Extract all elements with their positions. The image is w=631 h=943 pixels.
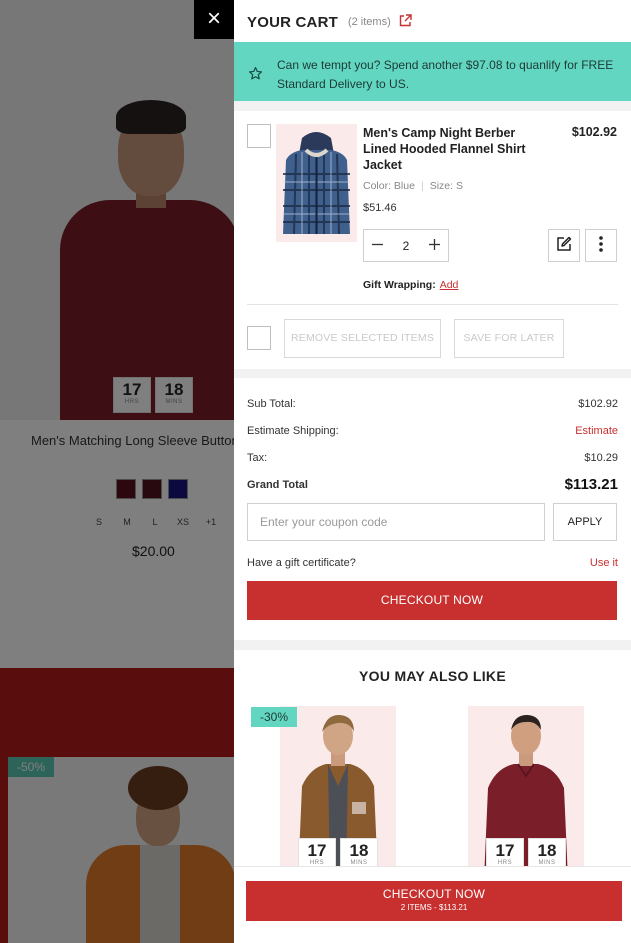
sticky-checkout-summary: 2 ITEMS - $113.21 [400, 903, 468, 912]
gift-wrapping-add-link[interactable]: Add [440, 279, 459, 291]
quantity-stepper: 2 [363, 229, 449, 262]
divider [247, 304, 618, 305]
quantity-value[interactable]: 2 [403, 239, 410, 253]
edit-item-button[interactable] [548, 229, 580, 262]
edit-icon [556, 236, 572, 255]
shipping-row: Estimate Shipping: Estimate [247, 425, 618, 437]
coupon-code-input[interactable] [247, 503, 545, 541]
sticky-checkout-bar: CHECKOUT NOW 2 ITEMS - $113.21 [234, 866, 631, 943]
estimate-shipping-link[interactable]: Estimate [575, 425, 618, 437]
grand-total-value: $113.21 [564, 476, 618, 493]
apply-coupon-button[interactable]: APPLY [553, 503, 617, 541]
cart-drawer: YOUR CART (2 items) Can we tempt you? Sp… [234, 0, 631, 943]
close-cart-button[interactable]: × [194, 0, 234, 39]
select-all-checkbox[interactable] [247, 326, 271, 350]
decrease-quantity-button[interactable] [372, 237, 383, 255]
shipping-label: Estimate Shipping: [247, 425, 339, 437]
close-icon: × [206, 5, 221, 32]
sticky-checkout-button[interactable]: CHECKOUT NOW 2 ITEMS - $113.21 [246, 881, 622, 921]
increase-quantity-button[interactable] [429, 237, 440, 255]
subtotal-row: Sub Total: $102.92 [247, 398, 618, 410]
save-for-later-button[interactable]: SAVE FOR LATER [454, 319, 564, 358]
grand-total-label: Grand Total [247, 478, 308, 491]
use-gift-certificate-link[interactable]: Use it [590, 557, 618, 569]
external-link-icon[interactable] [399, 14, 412, 30]
tax-value: $10.29 [584, 452, 618, 464]
tax-label: Tax: [247, 452, 268, 464]
gift-certificate-label: Have a gift certificate? [247, 557, 356, 569]
gift-wrapping: Gift Wrapping: Add [363, 279, 458, 291]
cart-item: Men's Camp Night Berber Lined Hooded Fla… [234, 111, 631, 369]
color-label: Color: Blue [363, 180, 415, 192]
more-vertical-icon [599, 236, 603, 255]
product-thumbnail[interactable] [276, 124, 357, 242]
gift-wrapping-label: Gift Wrapping: [363, 279, 436, 291]
product-name[interactable]: Men's Camp Night Berber Lined Hooded Fla… [363, 125, 538, 173]
sticky-checkout-label: CHECKOUT NOW [382, 887, 486, 901]
unit-price: $51.46 [363, 202, 397, 214]
tax-row: Tax: $10.29 [247, 452, 618, 464]
recommended-product[interactable]: 17 HRS 18 MINS [468, 706, 584, 880]
recommended-product[interactable]: 17 HRS 18 MINS [280, 706, 396, 880]
discount-badge: -30% [251, 707, 297, 727]
cart-item-count: (2 items) [347, 16, 391, 28]
item-total-price: $102.92 [571, 125, 617, 139]
grand-total-row: Grand Total $113.21 [247, 476, 618, 493]
checkout-button[interactable]: CHECKOUT NOW [247, 581, 617, 620]
order-summary: Sub Total: $102.92 Estimate Shipping: Es… [234, 378, 631, 640]
size-label: Size: S [429, 180, 463, 192]
subtotal-value: $102.92 [578, 398, 618, 410]
free-shipping-banner: Can we tempt you? Spend another $97.08 t… [234, 42, 631, 101]
recommendations-title: YOU MAY ALSO LIKE [359, 668, 506, 684]
product-variant: Color: Blue | Size: S [363, 180, 463, 192]
cart-header: YOUR CART (2 items) [234, 0, 631, 42]
remove-selected-button[interactable]: REMOVE SELECTED ITEMS [284, 319, 441, 358]
star-icon [248, 66, 263, 87]
gift-certificate-row: Have a gift certificate? Use it [247, 557, 618, 569]
cart-title: YOUR CART [247, 14, 338, 31]
promo-text: Can we tempt you? Spend another $97.08 t… [277, 58, 614, 91]
subtotal-label: Sub Total: [247, 398, 296, 410]
more-options-button[interactable] [585, 229, 617, 262]
item-select-checkbox[interactable] [247, 124, 271, 148]
